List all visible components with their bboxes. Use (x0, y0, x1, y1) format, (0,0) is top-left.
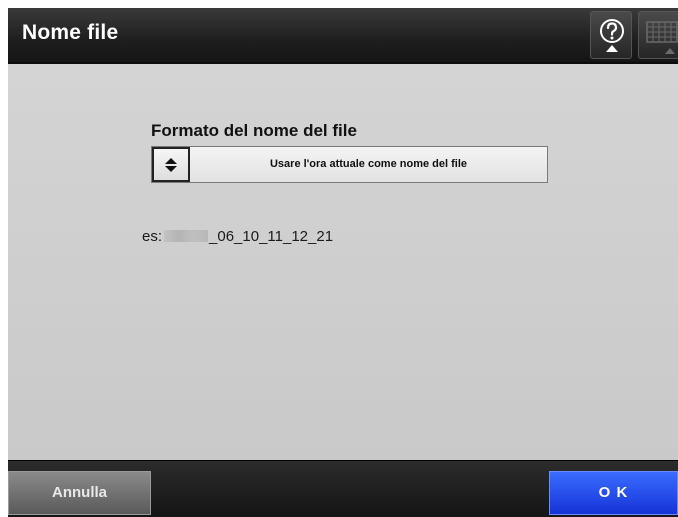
page-title: Nome file (22, 21, 119, 44)
format-label: Formato del nome del file (151, 121, 357, 140)
selector-arrow-button[interactable] (152, 147, 190, 182)
file-name-dialog: Nome file Formato del nome del file Usar… (8, 8, 678, 517)
help-button[interactable] (590, 11, 632, 59)
footer-bar: Annulla O K (8, 460, 678, 517)
example-prefix: es: (142, 228, 163, 245)
cancel-button[interactable]: Annulla (8, 471, 151, 515)
up-down-arrows-icon (165, 158, 177, 172)
selected-format: Usare l'ora attuale come nome del file (269, 158, 468, 170)
file-name-example: es: _06_10_11_12_21 (142, 228, 333, 245)
help-icon (600, 19, 624, 52)
keyboard-button[interactable] (638, 11, 678, 59)
file-name-format-selector[interactable]: Usare l'ora attuale come nome del file (151, 146, 548, 183)
ok-button[interactable]: O K (549, 471, 678, 515)
keyboard-icon (646, 21, 678, 54)
title-bar: Nome file (8, 8, 678, 64)
redacted-prefix (164, 230, 209, 243)
main-content: Formato del nome del file Usare l'ora at… (8, 64, 678, 460)
example-suffix: _06_10_11_12_21 (209, 228, 334, 245)
